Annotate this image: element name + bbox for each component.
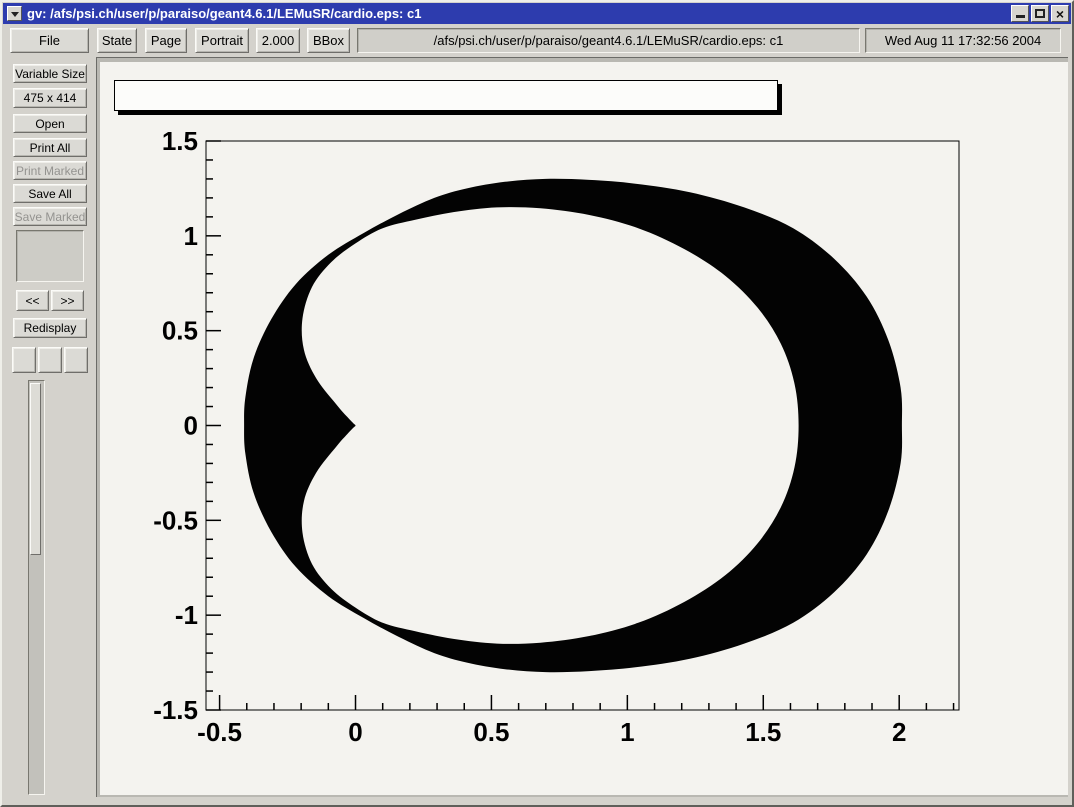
print-all-button[interactable]: Print All [13, 138, 87, 157]
x-tick-label: 2 [892, 717, 906, 747]
x-tick-label: -0.5 [197, 717, 242, 747]
minimize-button[interactable] [1011, 5, 1029, 22]
close-button[interactable]: × [1051, 5, 1069, 22]
state-button[interactable]: State [97, 28, 137, 53]
close-icon: × [1056, 7, 1064, 21]
scale-button[interactable]: 2.000 [256, 28, 300, 53]
y-tick-label: -0.5 [153, 505, 198, 535]
next-page-button[interactable]: >> [51, 290, 84, 311]
page-size-button[interactable]: 475 x 414 [13, 88, 87, 108]
mark-button-2[interactable] [38, 347, 62, 373]
titlebar[interactable]: gv: /afs/psi.ch/user/p/paraiso/geant4.6.… [3, 3, 1071, 24]
maximize-button[interactable] [1031, 5, 1049, 22]
x-tick-label: 0 [348, 717, 362, 747]
y-tick-label: 0 [184, 411, 198, 441]
y-tick-label: -1 [175, 600, 198, 630]
minimize-icon [1016, 15, 1025, 18]
open-button[interactable]: Open [13, 114, 87, 133]
datetime-label: Wed Aug 11 17:32:56 2004 [865, 28, 1061, 53]
window-menu-icon[interactable] [7, 6, 22, 21]
y-tick-label: 1.5 [162, 126, 198, 156]
save-marked-button: Save Marked [13, 207, 87, 226]
mark-button-1[interactable] [12, 347, 36, 373]
page-button[interactable]: Page [145, 28, 187, 53]
window-title: gv: /afs/psi.ch/user/p/paraiso/geant4.6.… [27, 6, 1011, 21]
document-path-label: /afs/psi.ch/user/p/paraiso/geant4.6.1/LE… [357, 28, 860, 53]
variable-size-button[interactable]: Variable Size [13, 64, 87, 83]
mark-button-3[interactable] [64, 347, 88, 373]
x-tick-label: 1 [620, 717, 634, 747]
y-tick-label: -1.5 [153, 695, 198, 725]
redisplay-button[interactable]: Redisplay [13, 318, 87, 338]
scrollbar-thumb[interactable] [30, 383, 41, 555]
vertical-scrollbar[interactable] [28, 380, 45, 795]
y-tick-label: 0.5 [162, 316, 198, 346]
x-tick-label: 1.5 [745, 717, 781, 747]
plot-canvas: -0.5 0 0.5 1 1.5 2 -1.5 -1 -0.5 0 0.5 1 1.5 [97, 58, 1067, 796]
window-controls: × [1011, 5, 1069, 22]
gv-window: gv: /afs/psi.ch/user/p/paraiso/geant4.6.… [0, 0, 1074, 807]
document-viewport[interactable]: -0.5 0 0.5 1 1.5 2 -1.5 -1 -0.5 0 0.5 1 1.5 [96, 57, 1068, 797]
print-marked-button: Print Marked [13, 161, 87, 180]
maximize-icon [1035, 9, 1045, 18]
orientation-button[interactable]: Portrait [195, 28, 249, 53]
prev-page-button[interactable]: << [16, 290, 49, 311]
page-list[interactable] [16, 230, 84, 282]
save-all-button[interactable]: Save All [13, 184, 87, 203]
bbox-button[interactable]: BBox [307, 28, 350, 53]
file-button[interactable]: File [10, 28, 89, 53]
y-tick-label: 1 [184, 221, 198, 251]
x-tick-label: 0.5 [473, 717, 509, 747]
cardioid-region [244, 179, 902, 672]
